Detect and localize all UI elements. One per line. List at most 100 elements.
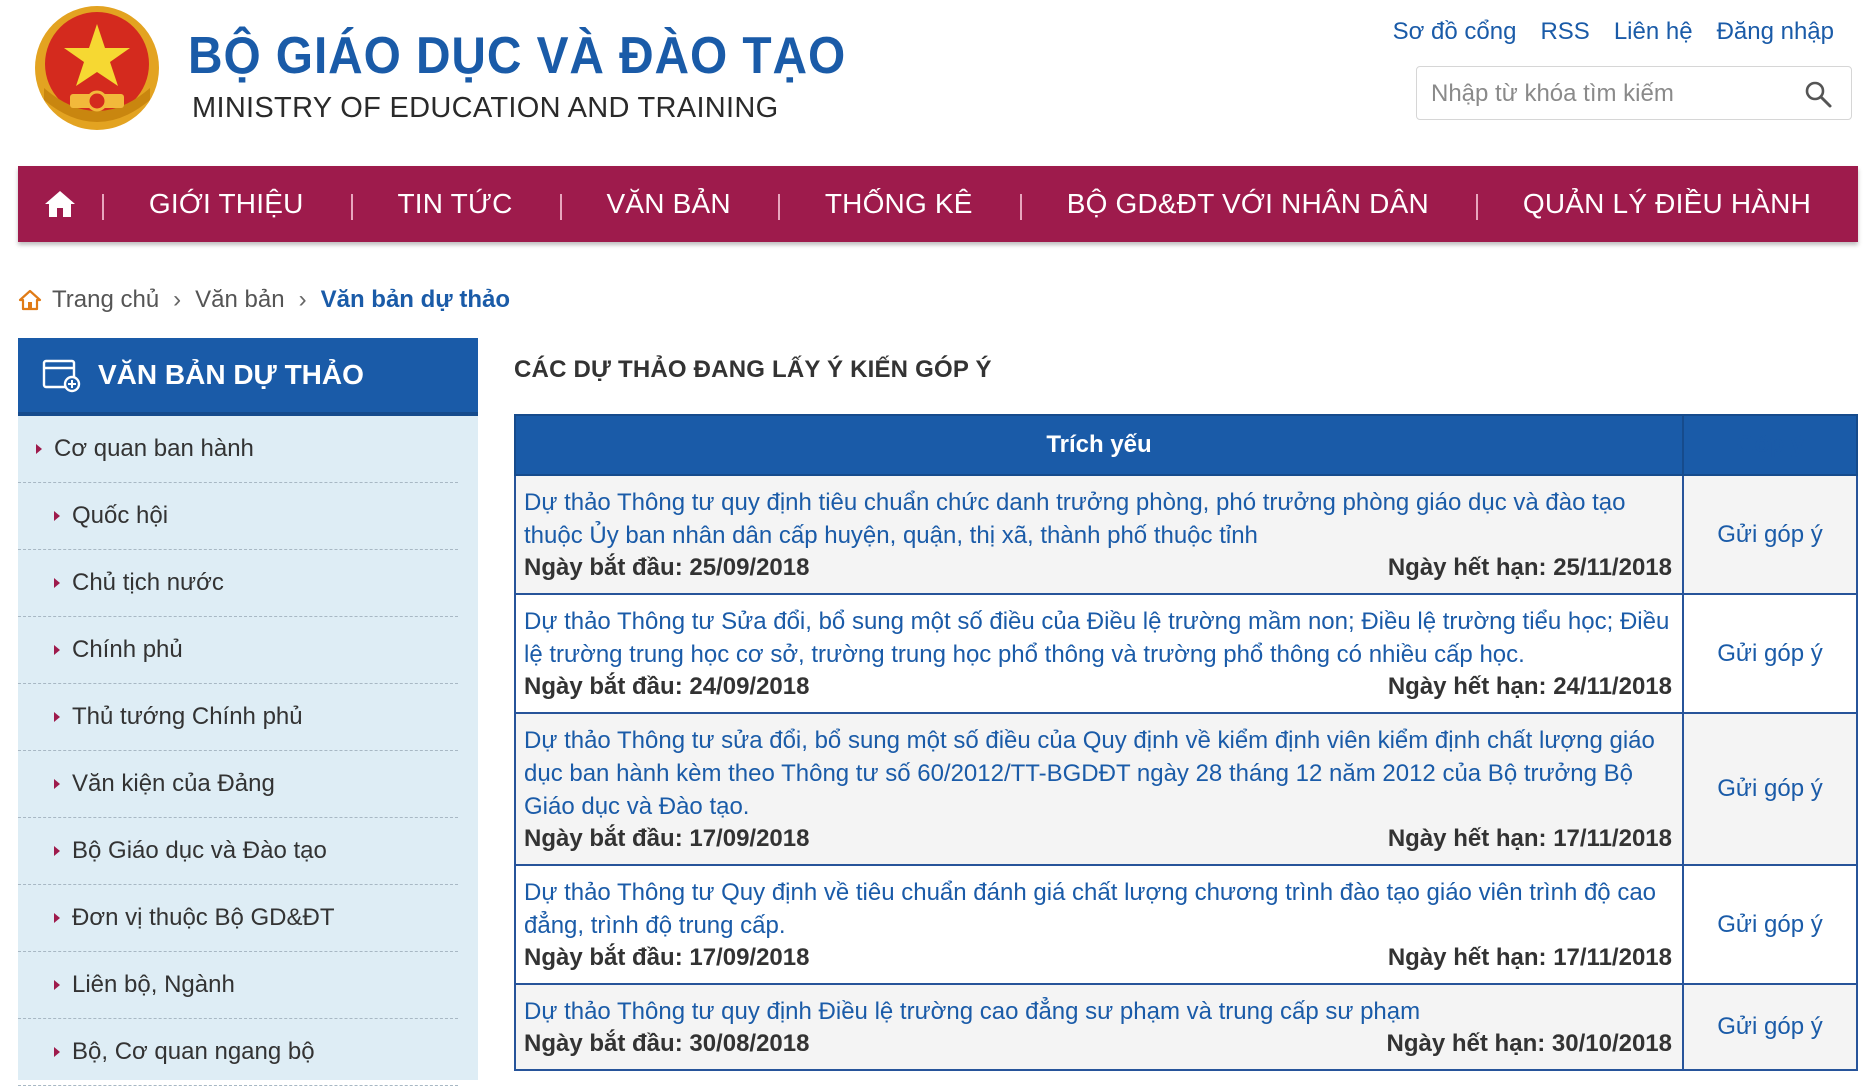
nav-home[interactable] bbox=[18, 189, 102, 219]
send-feedback-link[interactable]: Gửi góp ý bbox=[1682, 712, 1858, 866]
breadcrumb-home-icon bbox=[18, 289, 42, 311]
row-excerpt: Dự thảo Thông tư Sửa đổi, bổ sung một số… bbox=[514, 593, 1684, 714]
send-feedback-link[interactable]: Gửi góp ý bbox=[1682, 593, 1858, 714]
send-feedback-link[interactable]: Gửi góp ý bbox=[1682, 474, 1858, 595]
sidebar-item-bo-co-quan-ngang-bo[interactable]: Bộ, Cơ quan ngang bộ bbox=[18, 1019, 458, 1086]
row-dates: Ngày bắt đầu: 30/08/2018 Ngày hết hạn: 3… bbox=[524, 1029, 1672, 1059]
bullet-icon bbox=[54, 645, 60, 655]
sidebar-item-lien-bo-nganh[interactable]: Liên bộ, Ngành bbox=[18, 952, 458, 1019]
bullet-icon bbox=[54, 779, 60, 789]
bullet-icon bbox=[54, 846, 60, 856]
sidebar: VĂN BẢN DỰ THẢO Cơ quan ban hành Quốc hộ… bbox=[18, 338, 478, 1086]
draft-link[interactable]: Dự thảo Thông tư Quy định về tiêu chuẩn … bbox=[524, 876, 1672, 942]
end-date: Ngày hết hạn: 24/11/2018 bbox=[1387, 673, 1672, 700]
sidebar-list: Cơ quan ban hành Quốc hội Chủ tịch nước … bbox=[18, 416, 478, 1086]
main-content: CÁC DỰ THẢO ĐANG LẤY Ý KIẾN GÓP Ý Trích … bbox=[514, 356, 1858, 1071]
sidebar-item-van-kien-dang[interactable]: Văn kiện của Đảng bbox=[18, 751, 458, 818]
row-dates: Ngày bắt đầu: 25/09/2018 Ngày hết hạn: 2… bbox=[524, 553, 1672, 583]
sidebar-item-thu-tuong[interactable]: Thủ tướng Chính phủ bbox=[18, 684, 458, 751]
table-row: Dự thảo Thông tư Quy định về tiêu chuẩn … bbox=[514, 864, 1858, 985]
sidebar-item-label: Thủ tướng Chính phủ bbox=[72, 703, 303, 730]
start-date: Ngày bắt đầu: 17/09/2018 bbox=[524, 825, 810, 852]
row-excerpt: Dự thảo Thông tư quy định Điều lệ trường… bbox=[514, 983, 1684, 1071]
table-row: Dự thảo Thông tư quy định tiêu chuẩn chứ… bbox=[514, 474, 1858, 595]
table-row: Dự thảo Thông tư Sửa đổi, bổ sung một số… bbox=[514, 593, 1858, 714]
bullet-icon bbox=[36, 444, 42, 454]
site-subtitle: MINISTRY OF EDUCATION AND TRAINING bbox=[192, 92, 779, 124]
nav-item-bo-gddt-voi-nhan-dan[interactable]: BỘ GD&ĐT VỚI NHÂN DÂN bbox=[1019, 188, 1476, 220]
nav-item-van-ban[interactable]: VĂN BẢN bbox=[559, 188, 778, 220]
end-date: Ngày hết hạn: 30/10/2018 bbox=[1386, 1030, 1672, 1057]
sidebar-title: VĂN BẢN DỰ THẢO bbox=[98, 359, 364, 390]
bullet-icon bbox=[54, 511, 60, 521]
sitemap-link[interactable]: Sơ đồ cổng bbox=[1393, 18, 1517, 46]
column-header-gop-y: Góp ý bbox=[1682, 414, 1858, 476]
site-title: BỘ GIÁO DỤC VÀ ĐÀO TẠO bbox=[188, 27, 847, 85]
sidebar-item-label: Văn kiện của Đảng bbox=[72, 770, 275, 797]
table-header-row: Trích yếu Góp ý bbox=[514, 414, 1858, 476]
draft-link[interactable]: Dự thảo Thông tư quy định Điều lệ trường… bbox=[524, 995, 1672, 1028]
sidebar-item-bo-gddt[interactable]: Bộ Giáo dục và Đào tạo bbox=[18, 818, 458, 885]
sidebar-item-chinh-phu[interactable]: Chính phủ bbox=[18, 617, 458, 684]
login-link[interactable]: Đăng nhập bbox=[1717, 18, 1834, 46]
draft-link[interactable]: Dự thảo Thông tư quy định tiêu chuẩn chứ… bbox=[524, 486, 1672, 552]
breadcrumb-home[interactable]: Trang chủ bbox=[52, 286, 159, 314]
end-date: Ngày hết hạn: 17/11/2018 bbox=[1387, 944, 1672, 971]
breadcrumb: Trang chủ › Văn bản › Văn bản dự thảo bbox=[18, 286, 510, 314]
nav-item-gioi-thieu[interactable]: GIỚI THIỆU bbox=[101, 188, 351, 220]
search-input[interactable] bbox=[1417, 67, 1803, 121]
drafts-table: Trích yếu Góp ý Dự thảo Thông tư quy địn… bbox=[514, 414, 1858, 1071]
start-date: Ngày bắt đầu: 25/09/2018 bbox=[524, 554, 810, 581]
table-row: Dự thảo Thông tư sửa đổi, bổ sung một số… bbox=[514, 712, 1858, 866]
top-links: Sơ đồ cổng RSS Liên hệ Đăng nhập bbox=[1393, 18, 1834, 46]
bullet-icon bbox=[54, 578, 60, 588]
sidebar-item-label: Chủ tịch nước bbox=[72, 569, 224, 596]
site-header: BỘ GIÁO DỤC VÀ ĐÀO TẠO MINISTRY OF EDUCA… bbox=[0, 0, 1874, 164]
sidebar-item-label: Cơ quan ban hành bbox=[54, 435, 254, 462]
home-icon bbox=[44, 191, 75, 217]
sidebar-item-label: Quốc hội bbox=[72, 502, 169, 529]
breadcrumb-current: Văn bản dự thảo bbox=[320, 286, 510, 313]
draft-link[interactable]: Dự thảo Thông tư sửa đổi, bổ sung một số… bbox=[524, 724, 1672, 823]
sidebar-item-don-vi-thuoc-bo[interactable]: Đơn vị thuộc Bộ GD&ĐT bbox=[18, 885, 458, 952]
bullet-icon bbox=[54, 1047, 60, 1057]
bullet-icon bbox=[54, 913, 60, 923]
draft-link[interactable]: Dự thảo Thông tư Sửa đổi, bổ sung một số… bbox=[524, 605, 1672, 671]
sidebar-item-co-quan-ban-hanh[interactable]: Cơ quan ban hành bbox=[18, 416, 458, 483]
row-dates: Ngày bắt đầu: 17/09/2018 Ngày hết hạn: 1… bbox=[524, 824, 1672, 854]
sidebar-item-label: Bộ Giáo dục và Đào tạo bbox=[72, 837, 327, 864]
breadcrumb-van-ban[interactable]: Văn bản bbox=[195, 286, 284, 314]
bullet-icon bbox=[54, 980, 60, 990]
contact-link[interactable]: Liên hệ bbox=[1614, 18, 1693, 46]
sidebar-item-quoc-hoi[interactable]: Quốc hội bbox=[18, 483, 458, 550]
document-draft-icon bbox=[42, 359, 81, 393]
start-date: Ngày bắt đầu: 17/09/2018 bbox=[524, 944, 810, 971]
bullet-icon bbox=[54, 712, 60, 722]
chevron-right-icon: › bbox=[298, 286, 307, 313]
section-title: CÁC DỰ THẢO ĐANG LẤY Ý KIẾN GÓP Ý bbox=[514, 356, 992, 383]
send-feedback-link[interactable]: Gửi góp ý bbox=[1682, 864, 1858, 985]
end-date: Ngày hết hạn: 17/11/2018 bbox=[1387, 825, 1672, 852]
search-icon[interactable] bbox=[1803, 79, 1833, 109]
nav-item-tin-tuc[interactable]: TIN TỨC bbox=[350, 188, 560, 220]
row-excerpt: Dự thảo Thông tư Quy định về tiêu chuẩn … bbox=[514, 864, 1684, 985]
nav-item-quan-ly-dieu-hanh[interactable]: QUẢN LÝ ĐIỀU HÀNH bbox=[1475, 188, 1858, 220]
sidebar-header: VĂN BẢN DỰ THẢO bbox=[18, 338, 478, 416]
row-excerpt: Dự thảo Thông tư quy định tiêu chuẩn chứ… bbox=[514, 474, 1684, 595]
send-feedback-link[interactable]: Gửi góp ý bbox=[1682, 983, 1858, 1071]
sidebar-item-chu-tich-nuoc[interactable]: Chủ tịch nước bbox=[18, 550, 458, 617]
sidebar-item-label: Bộ, Cơ quan ngang bộ bbox=[72, 1038, 315, 1065]
table-row: Dự thảo Thông tư quy định Điều lệ trường… bbox=[514, 983, 1858, 1071]
sidebar-item-label: Chính phủ bbox=[72, 636, 183, 663]
nav-item-thong-ke[interactable]: THỐNG KÊ bbox=[777, 188, 1020, 220]
rss-link[interactable]: RSS bbox=[1540, 18, 1589, 46]
sidebar-item-label: Đơn vị thuộc Bộ GD&ĐT bbox=[72, 904, 335, 931]
sidebar-item-label: Liên bộ, Ngành bbox=[72, 971, 235, 998]
row-dates: Ngày bắt đầu: 17/09/2018 Ngày hết hạn: 1… bbox=[524, 943, 1672, 973]
search-box bbox=[1416, 66, 1852, 121]
national-emblem-icon[interactable] bbox=[22, 2, 172, 140]
column-header-trich-yeu: Trích yếu bbox=[514, 414, 1684, 476]
start-date: Ngày bắt đầu: 30/08/2018 bbox=[524, 1030, 810, 1057]
row-dates: Ngày bắt đầu: 24/09/2018 Ngày hết hạn: 2… bbox=[524, 672, 1672, 702]
start-date: Ngày bắt đầu: 24/09/2018 bbox=[524, 673, 810, 700]
